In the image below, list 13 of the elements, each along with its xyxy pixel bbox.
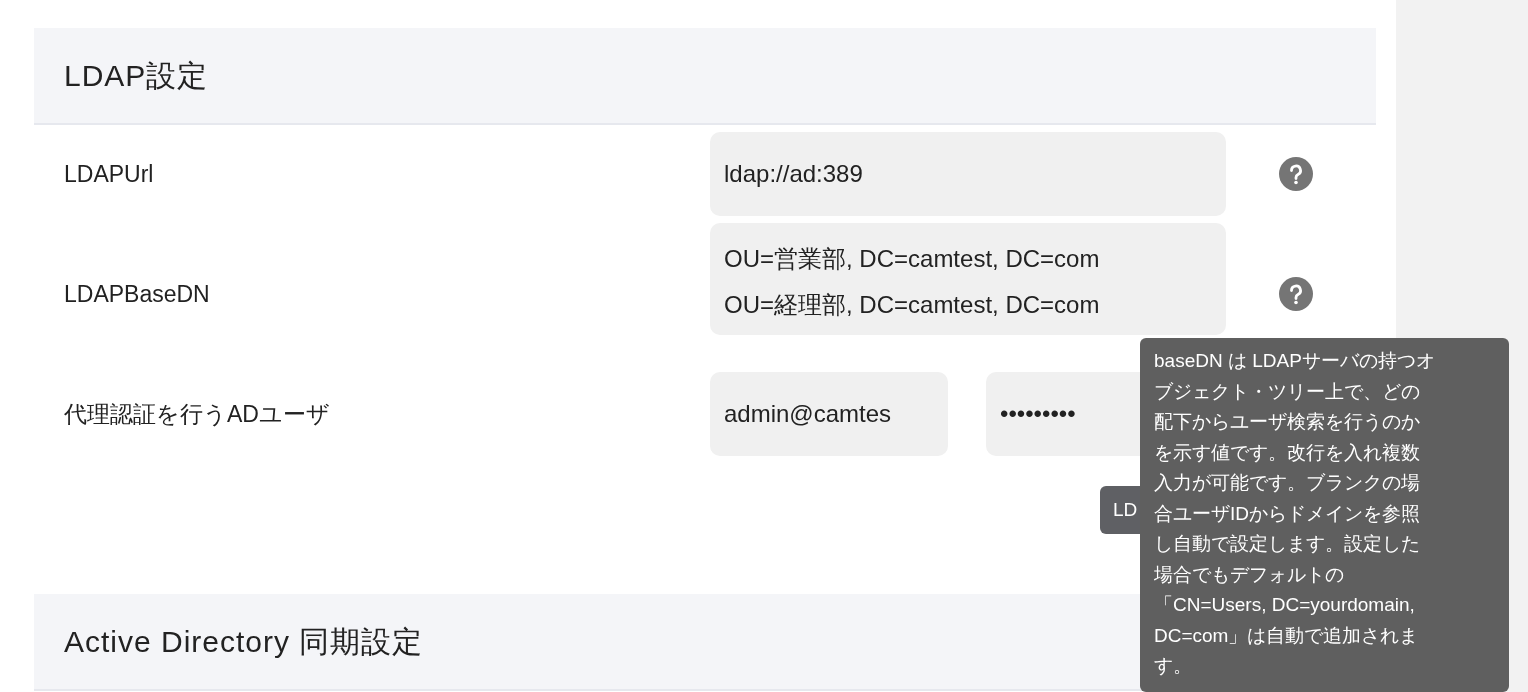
input-field[interactable]: ldap://ad:389 xyxy=(710,132,1226,216)
section-title: LDAP設定 xyxy=(64,58,209,94)
field-value: OU=営業部, DC=camtest, DC=com xyxy=(724,244,1101,274)
help-icon[interactable] xyxy=(1279,277,1313,311)
text-area[interactable]: OU=営業部, DC=camtest, DC=com OU=経理部, DC=camtest, DC=com xyxy=(710,223,1226,335)
field-value: OU=経理部, DC=camtest, DC=com xyxy=(724,290,1101,320)
field-label: LDAPBaseDN xyxy=(63,279,211,309)
user-field[interactable]: admin@camtes xyxy=(710,372,948,456)
field-value: ldap://ad:389 xyxy=(724,159,863,189)
help-icon[interactable] xyxy=(1279,157,1313,191)
section-title: Active Directory 同期設定 xyxy=(64,624,424,660)
field-label: 代理認証を行うADユーザ xyxy=(63,399,331,429)
field-label: LDAPUrl xyxy=(63,159,155,189)
